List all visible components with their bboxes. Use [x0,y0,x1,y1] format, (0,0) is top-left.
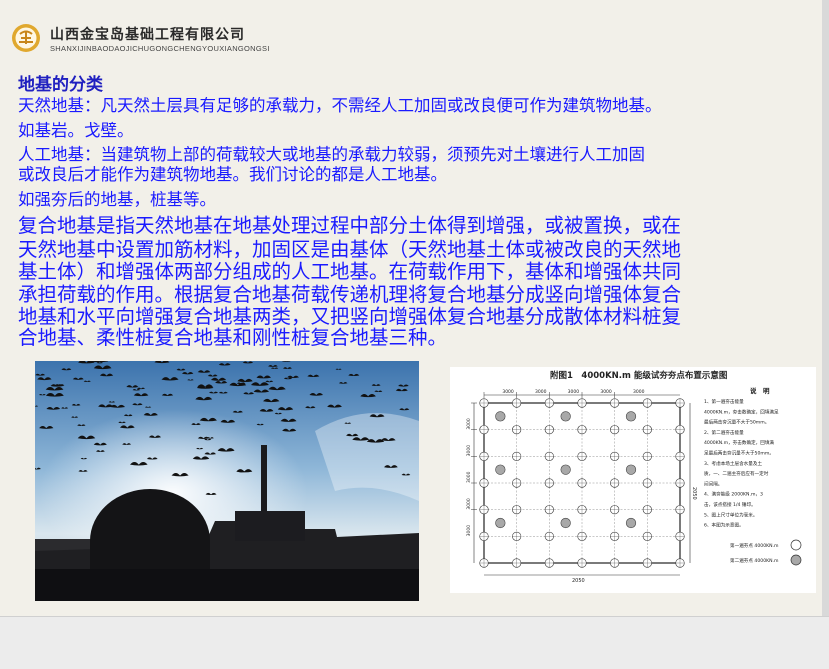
left-dimension-label: 3000 [466,498,472,510]
second-pass-tamping-point [495,517,506,529]
note-line: 足最后两击夯沉量不大于50mm。 [704,450,774,457]
second-pass-tamping-point [495,464,506,475]
left-dimension-label: 3000 [466,525,472,537]
construction-site-photo [35,361,419,601]
note-line: 3、考虑本场土层含水量及土 [704,460,762,467]
note-line: 5、图上尺寸单位为毫米。 [704,511,757,518]
note-line: 1、第一遍夯击能量 [704,398,744,405]
second-pass-tamping-point [625,517,637,529]
legend-symbol [790,554,802,566]
dynamic-compaction-layout-diagram: 附图1 4000KN.m 能级试夯夯点布置示意图 3000 3000 3000 300… [450,367,816,593]
legend-label: 第一遍夯点 4000KN.m [730,542,779,549]
legend-symbol [790,539,802,551]
second-pass-tamping-point [560,464,571,475]
composite-paragraph-line: 基土体）和增强体两部分组成的人工地基。在荷载作用下，基体和增强体共同 [18,260,682,283]
left-dimension-label: 3000 [466,418,472,430]
bottom-dimension: 2050 [572,578,585,584]
natural-foundation-line-1: 天然地基：凡天然土层具有足够的承载力，不需经人工加固或改良便可作为建筑物地基。 [18,96,662,115]
top-dimension-label: 3000 [535,389,547,395]
slide: 山西金宝岛基础工程有限公司 SHANXIJINBAODAOJICHUGONGCH… [0,0,822,616]
second-pass-tamping-point [495,411,506,422]
legend-label: 第二遍夯点 4000KN.m [730,557,779,564]
second-pass-tamping-point [625,411,637,422]
bottom-bar [0,616,829,669]
diagram-title: 附图1 4000KN.m 能级试夯夯点布置示意图 [550,370,727,381]
top-dimension-label: 3000 [600,389,612,395]
second-pass-tamping-point [625,464,637,475]
composite-paragraph-line: 天然地基中设置加筋材料，加固区是由基体（天然地基土体或被改良的天然地 [18,238,682,261]
composite-paragraph-line: 承担荷载的作用。根据复合地基荷载传递机理将复合地基分成竖向增强体复合 [18,283,682,306]
left-dimension-label: 3000 [466,445,472,457]
top-dimension-label: 3000 [568,389,580,395]
company-logo-icon [12,24,40,52]
note-line: 击，该点搭接 1/4 锤印。 [704,501,756,508]
second-pass-tamping-point [560,411,571,422]
composite-paragraph-line: 合地基、柔性桩复合地基和刚性桩复合地基三种。 [18,326,448,349]
note-line: 质，一、二遍主夯后应有一定时 [704,470,769,477]
top-dimension-label: 3000 [502,389,514,395]
artificial-foundation-line-1: 人工地基：当建筑物上部的荷载较大或地基的承载力较弱，须预先对土壤进行人工加固 [18,145,645,164]
note-line: 6、本图为示意图。 [704,522,744,529]
right-dimension: 2050 [691,487,697,500]
note-line: 4、满夯能级 2000KN.m，3 [704,491,763,498]
note-line: 最后两击夯沉量不大于50mm。 [704,419,769,426]
artificial-foundation-line-2: 或改良后才能作为建筑物地基。我们讨论的都是人工地基。 [18,165,447,184]
company-name-cn: 山西金宝岛基础工程有限公司 [50,27,245,43]
left-dimension-label: 3000 [466,471,472,483]
note-line: 4000KN.m，夯击数确定，回填满 [704,439,774,446]
company-name-en: SHANXIJINBAODAOJICHUGONGCHENGYOUXIANGONG… [50,44,270,53]
note-line: 间间隔。 [704,480,722,487]
artificial-foundation-line-3: 如强夯后的地基，桩基等。 [18,190,216,209]
composite-paragraph-line: 复合地基是指天然地基在地基处理过程中部分土体得到增强，或被置换，或在 [18,214,682,237]
right-border [822,0,829,616]
second-pass-tamping-point [560,517,571,529]
section-heading: 地基的分类 [18,75,103,95]
notes-title: 说 明 [750,386,770,395]
note-line: 4000KN.m，夯击数确定，回填满足 [704,408,779,415]
top-dimension-label: 3000 [633,389,645,395]
note-line: 2、第二遍夯击能量 [704,429,744,436]
natural-foundation-line-2: 如基岩。戈壁。 [18,121,134,140]
